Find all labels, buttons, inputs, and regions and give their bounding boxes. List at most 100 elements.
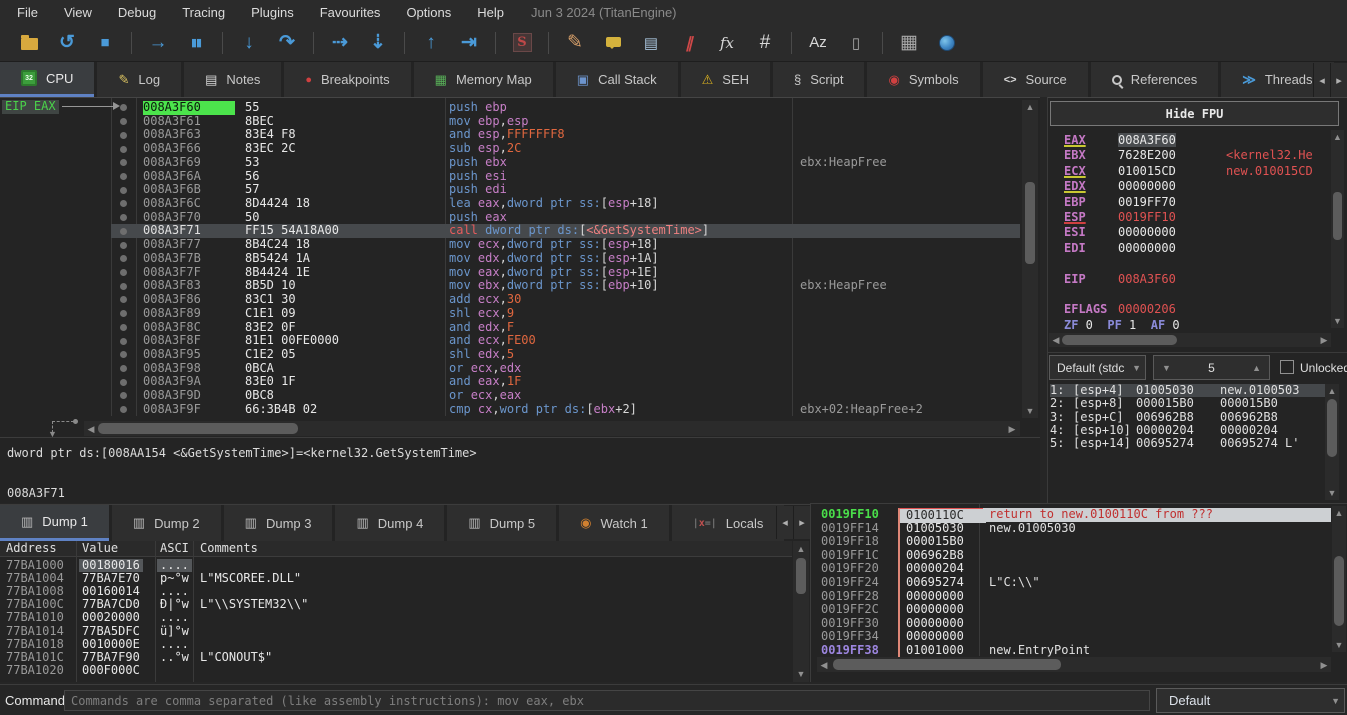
register-row-edx[interactable]: EDX00000000 — [1064, 179, 1176, 194]
scroll-left-icon[interactable]: ◀ — [84, 422, 98, 436]
breakpoint-dot[interactable] — [111, 224, 136, 238]
breakpoint-dot[interactable] — [111, 197, 136, 211]
arg-row[interactable]: 3:[esp+C]006962B8006962B8 — [1050, 411, 1326, 424]
disasm-row[interactable]: 008A3F89C1E1 09shl ecx,9 — [111, 307, 1020, 321]
args-vscrollbar[interactable]: ▲ ▼ — [1325, 384, 1339, 500]
arg-row[interactable]: 1:[esp+4]01005030new.0100503 — [1050, 384, 1326, 397]
calls-icon[interactable]: # — [752, 30, 778, 56]
stack-row[interactable]: 0019FF3000000000 — [811, 617, 1331, 631]
regs-hscrollbar[interactable]: ◀ ▶ — [1049, 333, 1331, 347]
args-depth-spinner[interactable]: ▼ 5 ▲ — [1153, 355, 1270, 380]
step-over-icon[interactable]: ↷ — [274, 30, 300, 56]
tab-cpu[interactable]: 32CPU — [0, 62, 94, 97]
run-trace-icon[interactable]: ⇥ — [456, 30, 482, 56]
execute-till-return-icon[interactable]: ↑ — [418, 30, 444, 56]
tab-dump-2[interactable]: ▥Dump 2 — [112, 505, 221, 541]
pause-icon[interactable]: ▮▮ — [183, 30, 209, 56]
scroll-right-icon[interactable]: ▶ — [1317, 658, 1331, 672]
tab-dump-5[interactable]: ▥Dump 5 — [447, 505, 556, 541]
tab-memory-map[interactable]: ▦Memory Map — [414, 62, 553, 97]
scroll-up-icon[interactable]: ▲ — [1331, 130, 1344, 144]
profile-select[interactable]: Default ▼ — [1156, 688, 1345, 713]
disasm-row[interactable]: 008A3F7050push eax — [111, 211, 1020, 225]
breakpoint-dot[interactable] — [111, 334, 136, 348]
regs-vscrollbar[interactable]: ▲ ▼ — [1331, 130, 1344, 328]
register-row-eip[interactable]: EIP008A3F60 — [1064, 272, 1176, 287]
command-input[interactable] — [64, 690, 1150, 711]
stack-row[interactable]: 0019FF1C006962B8 — [811, 549, 1331, 563]
restart-icon[interactable]: ↺ — [54, 30, 80, 56]
tab-source[interactable]: <>Source — [983, 62, 1088, 97]
trace-icon[interactable]: fx — [714, 30, 740, 56]
disasm-row[interactable]: 008A3F6055push ebp — [111, 101, 1020, 115]
spinner-up-icon[interactable]: ▲ — [1252, 363, 1261, 373]
tab-scroll-left-button[interactable]: ◂ — [1313, 63, 1330, 97]
disasm-row[interactable]: 008A3F618BECmov ebp,esp — [111, 115, 1020, 129]
arg-row[interactable]: 5:[esp+14]0069527400695274 L' — [1050, 437, 1326, 450]
menu-help[interactable]: Help — [464, 3, 517, 22]
stack-vscrollbar[interactable]: ▲ ▼ — [1332, 506, 1346, 652]
tab-references[interactable]: References — [1091, 62, 1218, 97]
spinner-down-icon[interactable]: ▼ — [1162, 363, 1171, 373]
breakpoint-dot[interactable] — [111, 307, 136, 321]
menu-options[interactable]: Options — [393, 3, 464, 22]
register-value[interactable]: 008A3F60 — [1118, 133, 1176, 147]
attach-icon[interactable]: ▯ — [843, 30, 869, 56]
calculator-icon[interactable]: ▦ — [896, 30, 922, 56]
disasm-row[interactable]: 008A3F980BCAor ecx,edx — [111, 362, 1020, 376]
dump-tab-scroll-right-button[interactable]: ▸ — [793, 506, 810, 539]
stack-row[interactable]: 0019FF2C00000000 — [811, 603, 1331, 617]
unlocked-checkbox[interactable] — [1280, 360, 1294, 374]
hide-fpu-button[interactable]: Hide FPU — [1050, 101, 1339, 126]
breakpoint-dot[interactable] — [111, 211, 136, 225]
register-value[interactable]: 0019FF10 — [1118, 210, 1176, 224]
disasm-row[interactable]: 008A3F6A56push esi — [111, 170, 1020, 184]
comment-icon[interactable] — [600, 30, 626, 56]
disasm-row[interactable]: 008A3F71FF15 54A18A00call dword ptr ds:[… — [111, 224, 1020, 238]
stack-row[interactable]: 0019FF2000000204 — [811, 562, 1331, 576]
tab-dump-1[interactable]: ▥Dump 1 — [0, 505, 109, 541]
scroll-down-icon[interactable]: ▼ — [1331, 314, 1344, 328]
breakpoint-dot[interactable] — [111, 403, 136, 417]
stack-row[interactable]: 0019FF1401005030new.01005030 — [811, 522, 1331, 536]
breakpoint-dot[interactable] — [111, 279, 136, 293]
disasm-row[interactable]: 008A3F95C1E2 05shl edx,5 — [111, 348, 1020, 362]
scroll-up-icon[interactable]: ▲ — [794, 542, 808, 556]
tab-notes[interactable]: ▤Notes — [184, 62, 281, 97]
register-value[interactable]: 00000000 — [1118, 225, 1176, 239]
stack-row[interactable]: 0019FF2400695274L"C:\\" — [811, 576, 1331, 590]
breakpoint-dot[interactable] — [111, 348, 136, 362]
scroll-down-icon[interactable]: ▼ — [1023, 404, 1037, 418]
register-row-ebx[interactable]: EBX7628E200<kernel32.He — [1064, 148, 1176, 163]
scroll-left-icon[interactable]: ◀ — [1049, 333, 1063, 347]
register-row-ecx[interactable]: ECX010015CDnew.010015CD — [1064, 164, 1176, 179]
arg-row[interactable]: 4:[esp+10]0000020400000204 — [1050, 424, 1326, 437]
breakpoint-dot[interactable] — [111, 266, 136, 280]
disasm-row[interactable]: 008A3F6B57push edi — [111, 183, 1020, 197]
scroll-left-icon[interactable]: ◀ — [817, 658, 831, 672]
register-value[interactable]: 00000206 — [1118, 302, 1176, 316]
menu-debug[interactable]: Debug — [105, 3, 169, 22]
disasm-row[interactable]: 008A3F9A83E0 1Fand eax,1F — [111, 375, 1020, 389]
arg-row[interactable]: 2:[esp+8]000015B0000015B0 — [1050, 397, 1326, 410]
stack-row[interactable]: 0019FF3400000000 — [811, 630, 1331, 644]
tab-watch-1[interactable]: ◉Watch 1 — [559, 505, 669, 541]
register-row-edi[interactable]: EDI00000000 — [1064, 241, 1176, 256]
breakpoint-dot[interactable] — [111, 156, 136, 170]
scroll-right-icon[interactable]: ▶ — [1005, 422, 1019, 436]
source-mode-icon[interactable]: S — [509, 30, 535, 56]
register-row-esi[interactable]: ESI00000000 — [1064, 225, 1176, 240]
flag-value[interactable]: 1 — [1122, 318, 1151, 332]
regs-vscroll-thumb[interactable] — [1333, 192, 1342, 240]
menu-plugins[interactable]: Plugins — [238, 3, 307, 22]
stack-vscroll-thumb[interactable] — [1334, 556, 1344, 626]
disasm-row[interactable]: 008A3F9F66:3B4B 02cmp cx,word ptr ds:[eb… — [111, 403, 1020, 417]
tab-dump-4[interactable]: ▥Dump 4 — [335, 505, 444, 541]
tab-locals[interactable]: |x=|Locals — [672, 505, 785, 541]
breakpoint-dot[interactable] — [111, 142, 136, 156]
breakpoint-dot[interactable] — [111, 362, 136, 376]
flag-value[interactable]: 0 — [1165, 318, 1194, 332]
menu-file[interactable]: File — [4, 3, 51, 22]
stack-row[interactable]: 0019FF18000015B0 — [811, 535, 1331, 549]
menu-view[interactable]: View — [51, 3, 105, 22]
